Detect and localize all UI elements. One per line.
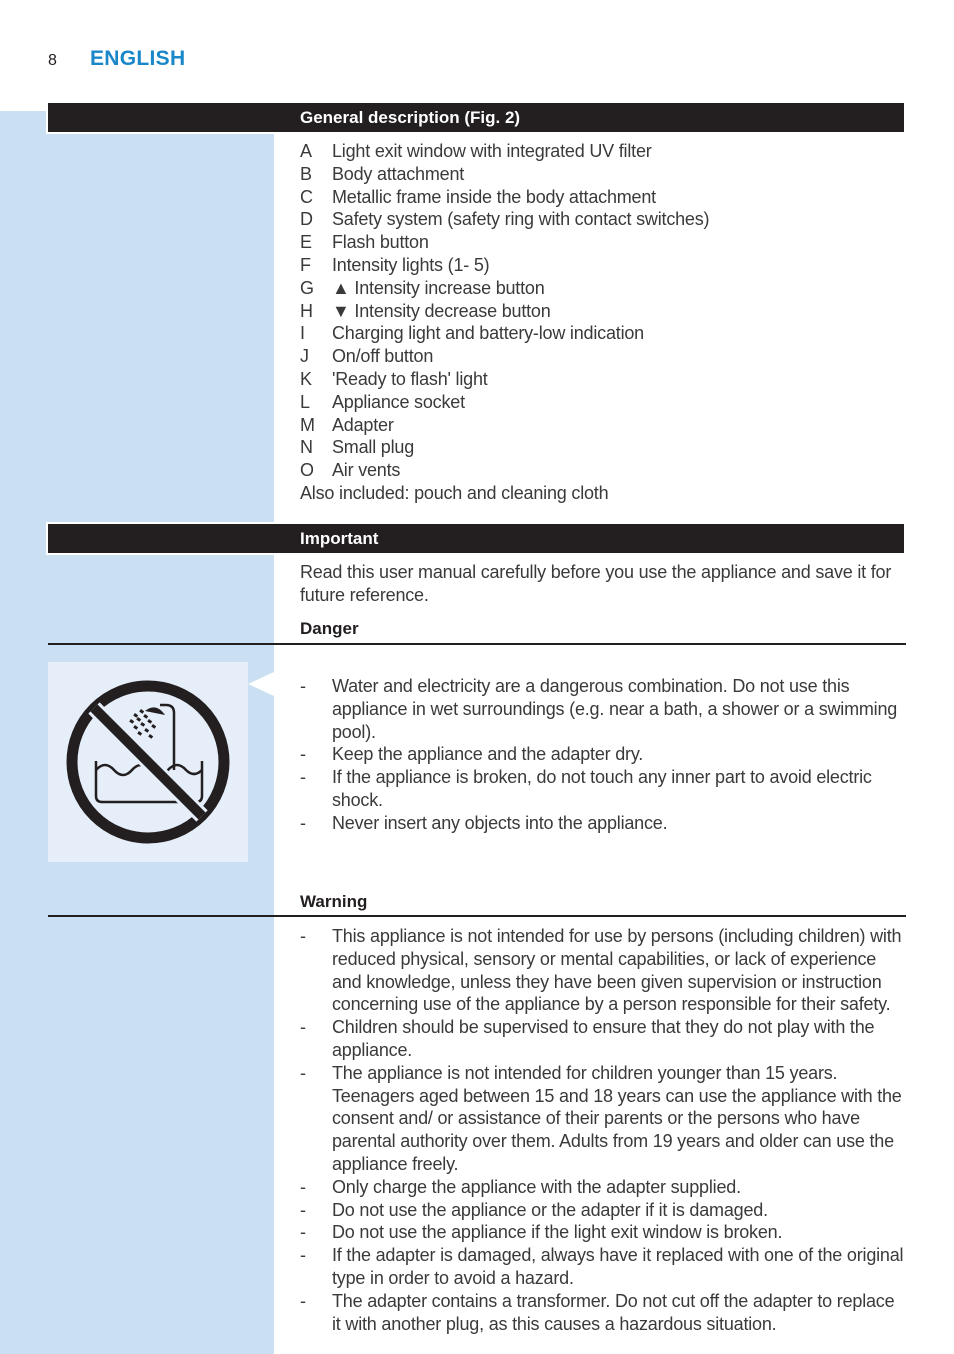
part-item: O Air vents (300, 459, 906, 482)
part-letter: G (300, 277, 314, 298)
no-water-bath-shower-icon (66, 680, 230, 844)
bullet-dash: - (300, 1176, 306, 1197)
warning-divider (48, 915, 906, 917)
part-item: H ▼ Intensity decrease button (300, 300, 906, 323)
part-letter: F (300, 254, 311, 275)
part-label: ▲ Intensity increase button (332, 277, 545, 298)
part-label: Small plug (332, 437, 415, 458)
part-label: Charging light and battery-low indicatio… (332, 323, 644, 344)
part-letter: B (300, 163, 312, 184)
bullet-dash: - (300, 744, 306, 765)
warning-heading: Warning (300, 892, 368, 911)
warning-item-text: The adapter contains a transformer. Do n… (332, 1290, 895, 1334)
part-label: Flash button (332, 232, 429, 253)
part-letter: D (300, 209, 313, 230)
part-label: ▼ Intensity decrease button (332, 300, 551, 321)
section-bar-important: Important (46, 522, 906, 555)
part-letter: J (300, 346, 309, 367)
also-included-note: Also included: pouch and cleaning cloth (300, 482, 609, 503)
warning-item: - Only charge the appliance with the adap… (300, 1176, 906, 1199)
warning-item-text: Only charge the appliance with the adapt… (332, 1176, 741, 1197)
warning-item: - Do not use the appliance if the light e… (300, 1221, 906, 1244)
danger-heading: Danger (300, 619, 359, 638)
part-letter: I (300, 323, 305, 344)
warning-item-text: This appliance is not intended for use b… (332, 926, 902, 1015)
part-item: E Flash button (300, 231, 906, 254)
danger-item-text: Keep the appliance and the adapter dry. (332, 744, 644, 765)
part-letter: O (300, 460, 314, 481)
danger-item: - If the appliance is broken, do not touc… (300, 766, 906, 812)
bullet-dash: - (300, 767, 306, 788)
part-letter: M (300, 414, 315, 435)
warning-list: - This appliance is not intended for use … (300, 925, 906, 1335)
part-label: Appliance socket (332, 391, 465, 412)
part-letter: L (300, 391, 310, 412)
warning-item-text: Do not use the appliance or the adapter … (332, 1199, 768, 1220)
part-item: A Light exit window with integrated UV fi… (300, 140, 906, 163)
part-item: N Small plug (300, 436, 906, 459)
bullet-dash: - (300, 1017, 306, 1038)
warning-item: - If the adapter is damaged, always have … (300, 1244, 906, 1290)
warning-item: - The adapter contains a transformer. Do … (300, 1290, 906, 1336)
section-bar-general-description: General description (Fig. 2) (46, 101, 906, 134)
part-item: M Adapter (300, 414, 906, 437)
danger-item-text: Never insert any objects into the applia… (332, 812, 668, 833)
warning-item-text: Children should be supervised to ensure … (332, 1017, 875, 1060)
part-item: D Safety system (safety ring with contact… (300, 208, 906, 231)
part-item: B Body attachment (300, 163, 906, 186)
danger-divider (48, 643, 906, 645)
part-item: J On/off button (300, 345, 906, 368)
warning-item-text: Do not use the appliance if the light ex… (332, 1222, 783, 1243)
bullet-dash: - (300, 926, 306, 946)
bullet-dash: - (300, 1290, 306, 1311)
bullet-dash: - (300, 1062, 306, 1083)
bullet-dash: - (300, 676, 306, 696)
section-title: Important (300, 529, 379, 548)
part-label: Safety system (safety ring with contact … (332, 209, 710, 230)
danger-item-text: If the appliance is broken, do not touch… (332, 767, 872, 810)
part-label: Light exit window with integrated UV fil… (332, 141, 652, 161)
bullet-dash: - (300, 1199, 306, 1220)
parts-list: A Light exit window with integrated UV fi… (300, 140, 906, 505)
language-title: ENGLISH (90, 47, 186, 70)
part-letter: A (300, 141, 312, 161)
part-label: On/off button (332, 346, 434, 367)
warning-item: - The appliance is not intended for child… (300, 1062, 906, 1176)
part-letter: E (300, 232, 312, 253)
section-title: General description (Fig. 2) (300, 108, 521, 127)
warning-item: - This appliance is not intended for use … (300, 925, 906, 1016)
icon-pointer-arrow (248, 672, 274, 696)
part-item: C Metallic frame inside the body attachme… (300, 186, 906, 209)
warning-item-text: If the adapter is damaged, always have i… (332, 1245, 904, 1288)
part-item: I Charging light and battery-low indicati… (300, 322, 906, 345)
part-letter: N (300, 437, 313, 458)
bullet-dash: - (300, 1245, 306, 1266)
warning-item-text: The appliance is not intended for childr… (332, 1062, 902, 1174)
part-letter: K (300, 368, 312, 389)
danger-list: - Water and electricity are a dangerous c… (300, 675, 906, 835)
part-label: Metallic frame inside the body attachmen… (332, 186, 656, 207)
bullet-dash: - (300, 1222, 306, 1243)
part-letter: C (300, 186, 313, 207)
danger-item-text: Water and electricity are a dangerous co… (332, 676, 898, 742)
part-label: 'Ready to flash' light (332, 368, 488, 389)
part-item: L Appliance socket (300, 391, 906, 414)
part-label: Intensity lights (1- 5) (332, 254, 490, 275)
part-item: F Intensity lights (1- 5) (300, 254, 906, 277)
page-number: 8 (48, 52, 57, 69)
danger-icon-panel (48, 662, 248, 862)
danger-item: - Keep the appliance and the adapter dry. (300, 743, 906, 766)
part-label: Body attachment (332, 163, 465, 184)
bullet-dash: - (300, 812, 306, 833)
warning-item: - Children should be supervised to ensure… (300, 1016, 906, 1062)
part-label: Adapter (332, 414, 394, 435)
part-item: G ▲ Intensity increase button (300, 277, 906, 300)
danger-item: - Never insert any objects into the appli… (300, 812, 906, 835)
warning-item: - Do not use the appliance or the adapter… (300, 1199, 906, 1222)
important-intro: Read this user manual carefully before y… (300, 562, 892, 605)
part-item: K 'Ready to flash' light (300, 368, 906, 391)
danger-item: - Water and electricity are a dangerous c… (300, 675, 906, 743)
part-label: Air vents (332, 460, 401, 481)
part-letter: H (300, 300, 313, 321)
